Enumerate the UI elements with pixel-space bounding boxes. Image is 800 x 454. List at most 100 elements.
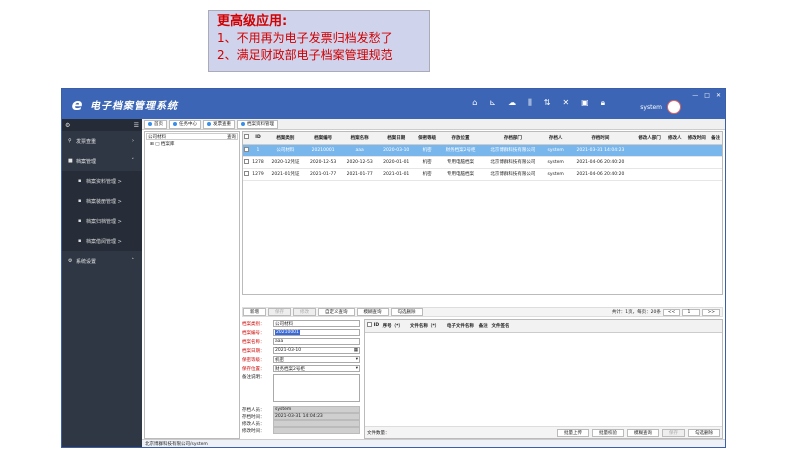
sidebar-item-archive-mgmt[interactable]: ■ 档案管理 ˅ [62, 151, 142, 171]
col-location: 存放位置 [439, 132, 482, 145]
tree-query-button[interactable]: 查询 [227, 134, 236, 140]
title-bar: e 电子档案管理系统 ⌂ ⊾ ☁ ⫼ ⇅ ✕ ▣ 🔒︎ system — □ ✕ [62, 89, 725, 119]
sort-icon[interactable]: ⇅ [544, 98, 551, 108]
sidebar-subitem-archive-borrow[interactable]: ▪ 档案借阅管理 > [62, 231, 142, 251]
form-row-modifier: 修改人员： [242, 420, 362, 427]
number-field[interactable]: 20210001 [273, 329, 360, 336]
pager: 共计：1页，每页：20条 << 1 >> [612, 308, 722, 316]
chart-icon[interactable]: ⊾ [489, 98, 496, 108]
status-text: 北京博群科技有限公司/system [145, 441, 208, 447]
col-name: 档案名称 [341, 132, 378, 145]
secrecy-select[interactable]: 机密 [273, 356, 360, 363]
add-button[interactable]: 新增 [243, 308, 266, 316]
col-id: ID [249, 132, 266, 145]
file-checked-delete-button[interactable]: 勾选删除 [688, 428, 720, 437]
filer-field: system [273, 406, 360, 413]
col-remark: 备注 [709, 132, 722, 145]
remark-textarea[interactable] [273, 374, 360, 402]
file-fuzzy-query-button[interactable]: 模糊查询 [627, 428, 659, 437]
custom-query-button[interactable]: 自定义查询 [318, 308, 355, 316]
fuzzy-query-button[interactable]: 模糊查询 [356, 308, 389, 316]
col-modifier-dept: 修改人部门 [633, 132, 666, 145]
doc-icon: ▪ [78, 218, 82, 224]
search-icon: ⚲ [68, 138, 72, 144]
file-panel: ID 序号（*） 文件名称（*） 电子文件名称 备注 文件签名 文件数量： 批量… [364, 319, 723, 439]
form-row-date: 档案日期： 2021-03-10 ▦ [242, 347, 360, 354]
sidebar-subitem-archive-data[interactable]: ▪ 档案资料管理 > [62, 171, 142, 191]
file-time-field: 2021-03-31 14:04:23 [273, 413, 360, 420]
sidebar-subitem-archive-filing[interactable]: ▪ 档案归档管理 > [62, 211, 142, 231]
file-select-all-checkbox[interactable] [365, 320, 373, 333]
window-controls: — □ ✕ [692, 92, 721, 99]
tab-archive-data[interactable]: 档案资料管理 [237, 119, 278, 129]
table-row[interactable]: 1 公司材料 20210001 aaa 2020-03-10 机密 财务档案2号… [243, 144, 722, 157]
tab-invoice-check[interactable]: 发票查重 [203, 119, 235, 129]
tree-search: 公司材料 查询 [146, 133, 238, 140]
columns-icon[interactable]: ⫼ [528, 98, 532, 108]
cloud-icon[interactable]: ☁ [508, 98, 516, 108]
feature-callout: 更高级应用: 1、不用再为电子发票归档发愁了 2、满足财政部电子档案管理规范 [208, 10, 430, 72]
modifier-field [273, 420, 360, 427]
checked-delete-button[interactable]: 勾选删除 [390, 308, 423, 316]
location-select[interactable]: 财务档案2号柜 [273, 365, 360, 372]
calendar-icon[interactable]: ▦ [354, 348, 358, 353]
name-field[interactable]: aaa [273, 338, 360, 345]
file-table-header: ID 序号（*） 文件名称（*） 电子文件名称 备注 文件签名 [365, 320, 722, 333]
category-field[interactable]: 公司材料 [273, 320, 360, 327]
minimize-button[interactable]: — [692, 92, 698, 99]
file-count-label: 文件数量： [367, 430, 390, 436]
tree-node-root[interactable]: ⊞ □ 档案库 [146, 141, 238, 147]
tree-search-input[interactable]: 公司材料 [148, 134, 166, 140]
col-filer: 存档人 [544, 132, 568, 145]
col-secrecy: 保密等级 [414, 132, 440, 145]
file-col-e-name: 电子文件名称 [443, 320, 478, 333]
table-header-row: ID 档案类别 档案编号 档案名称 档案日期 保密等级 存放位置 存档部门 存档… [243, 132, 722, 145]
maximize-button[interactable]: □ [704, 92, 710, 99]
folder-icon: ■ [68, 158, 73, 164]
edit-button[interactable]: 修改 [293, 308, 316, 316]
file-col-id: ID [373, 320, 380, 333]
date-field[interactable]: 2021-03-10 ▦ [273, 347, 360, 354]
chevron-up-icon: ˄ [131, 258, 135, 264]
tab-task-center[interactable]: 任务中心 [169, 119, 201, 129]
save-button[interactable]: 保存 [268, 308, 291, 316]
doc-icon: ▪ [78, 178, 82, 184]
col-category: 档案类别 [265, 132, 305, 145]
sidebar-item-system-settings[interactable]: ⚙ 系统设置 ˄ [62, 251, 142, 271]
callout-line-1: 1、不用再为电子发票归档发愁了 [217, 31, 393, 45]
sidebar-item-invoice-check[interactable]: ⚲ 发票查重 › [62, 131, 142, 151]
file-toolbar: 文件数量： 批量上传 批量校验 模糊查询 保存 勾选删除 [365, 426, 722, 438]
file-save-button[interactable]: 保存 [662, 428, 685, 437]
form-row-category: 档案类别： 公司材料 [242, 319, 362, 328]
row-checkbox[interactable] [243, 156, 250, 169]
batch-verify-button[interactable]: 批量校验 [592, 428, 624, 437]
settings-icon[interactable]: ⚙ [65, 122, 70, 129]
close-x-icon[interactable]: ✕ [562, 98, 569, 108]
menu-toggle-icon[interactable]: ☰ [134, 122, 139, 129]
package-icon[interactable]: ▣ [581, 98, 589, 108]
tab-dot-icon [207, 122, 211, 126]
app-title: 电子档案管理系统 [90, 100, 178, 112]
doc-icon: ▪ [78, 198, 82, 204]
archive-tree-panel: 公司材料 查询 ⊞ □ 档案库 [144, 131, 240, 439]
gear-icon: ⚙ [68, 258, 73, 264]
table-row[interactable]: 1278 2020-12凭证 2020-12-53 2020-12-53 202… [243, 156, 722, 169]
row-checkbox[interactable] [243, 144, 250, 157]
select-all-checkbox[interactable] [243, 132, 250, 145]
page-input[interactable]: 1 [682, 308, 701, 316]
form-row-location: 保存位置： 财务档案2号柜 [242, 364, 362, 373]
chevron-right-icon: › [132, 138, 134, 144]
sidebar-subitem-archive-binding[interactable]: ▪ 档案装册管理 > [62, 191, 142, 211]
lock-icon[interactable]: 🔒︎ [601, 98, 605, 108]
batch-upload-button[interactable]: 批量上传 [557, 428, 589, 437]
home-icon[interactable]: ⌂ [472, 98, 477, 108]
table-row[interactable]: 1279 2021-01凭证 2021-01-77 2021-01-77 202… [243, 168, 722, 181]
readonly-info: 存档人员： system 存档时间： 2021-03-31 14:04:23 修… [242, 406, 362, 434]
tab-home[interactable]: 首页 [144, 119, 167, 129]
next-page-button[interactable]: >> [702, 308, 720, 316]
col-date: 档案日期 [377, 132, 415, 145]
prev-page-button[interactable]: << [662, 308, 681, 316]
row-checkbox[interactable] [243, 168, 250, 181]
close-button[interactable]: ✕ [716, 92, 721, 99]
user-menu[interactable]: system [640, 100, 681, 114]
